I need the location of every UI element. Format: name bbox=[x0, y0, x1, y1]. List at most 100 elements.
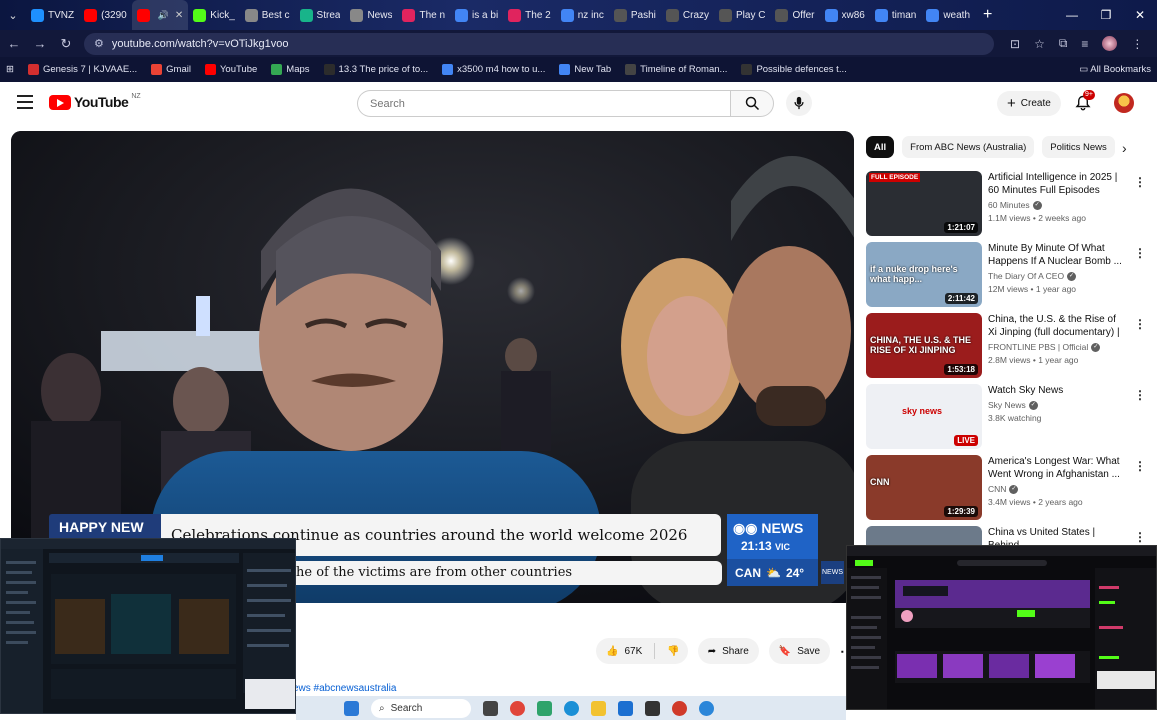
close-window-icon[interactable]: ✕ bbox=[1123, 8, 1157, 22]
all-bookmarks-link[interactable]: ▭ All Bookmarks bbox=[1079, 64, 1151, 75]
edge-icon[interactable] bbox=[564, 700, 579, 716]
thumbs-down-icon[interactable]: 👎 bbox=[667, 646, 679, 657]
bookmark-item[interactable]: x3500 m4 how to u... bbox=[442, 64, 545, 75]
video-thumbnail[interactable]: FULL EPISODE 1:21:07 bbox=[866, 171, 982, 236]
maximize-icon[interactable]: ❐ bbox=[1089, 8, 1123, 22]
chrome-icon[interactable] bbox=[510, 700, 525, 716]
search-input[interactable] bbox=[357, 90, 730, 117]
browser-tab[interactable]: Play C bbox=[714, 0, 770, 30]
browser-tab[interactable]: News bbox=[345, 0, 397, 30]
install-app-icon[interactable]: ⊡ bbox=[1010, 37, 1020, 51]
search-button[interactable] bbox=[730, 90, 774, 117]
downloads-icon[interactable]: ≡ bbox=[1081, 37, 1088, 51]
site-info-icon[interactable]: ⚙ bbox=[94, 37, 104, 50]
apps-grid-icon[interactable]: ⊞ bbox=[6, 64, 14, 75]
close-tab-icon[interactable]: ✕ bbox=[175, 10, 183, 21]
more-options-icon[interactable]: ⋮ bbox=[1134, 388, 1146, 402]
channel-name-row[interactable]: Sky News ✓ bbox=[988, 400, 1126, 410]
recommended-video[interactable]: FULL EPISODE 1:21:07 Artificial Intelligen… bbox=[866, 171, 1151, 242]
overlay-window-kick[interactable] bbox=[846, 545, 1157, 710]
address-bar[interactable]: ⚙ youtube.com/watch?v=vOTiJkg1voo bbox=[84, 32, 994, 55]
more-options-icon[interactable]: ⋮ bbox=[1134, 175, 1146, 189]
like-count[interactable]: 67K bbox=[624, 646, 642, 657]
browser-tab[interactable]: Best c bbox=[240, 0, 295, 30]
profile-avatar[interactable] bbox=[1114, 93, 1134, 113]
browser-tab[interactable]: xw86 bbox=[820, 0, 870, 30]
overlay-window-stake[interactable] bbox=[0, 538, 296, 714]
reload-icon[interactable]: ↻ bbox=[58, 36, 74, 52]
new-tab-button[interactable]: + bbox=[975, 6, 1000, 24]
browser-tab[interactable]: Kick_ bbox=[188, 0, 239, 30]
channel-name-row[interactable]: 60 Minutes ✓ bbox=[988, 200, 1126, 210]
channel-name-row[interactable]: The Diary Of A CEO ✓ bbox=[988, 271, 1126, 281]
more-options-icon[interactable]: ⋮ bbox=[1134, 317, 1146, 331]
bookmark-item[interactable]: Gmail bbox=[151, 64, 191, 75]
bookmark-item[interactable]: Possible defences t... bbox=[741, 64, 847, 75]
video-title[interactable]: Artificial Intelligence in 2025 | 60 Min… bbox=[988, 171, 1126, 197]
bookmark-item[interactable]: 13.3 The price of to... bbox=[323, 64, 428, 75]
video-title[interactable]: America's Longest War: What Went Wrong i… bbox=[988, 455, 1126, 481]
windows-start-icon[interactable] bbox=[344, 700, 359, 716]
video-title[interactable]: Watch Sky News bbox=[988, 384, 1126, 397]
browser-tab[interactable]: Strea bbox=[295, 0, 346, 30]
channel-name-row[interactable]: FRONTLINE PBS | Official ✓ bbox=[988, 342, 1126, 352]
browser-tab[interactable]: TVNZ bbox=[26, 0, 79, 30]
browser-tab[interactable]: The n bbox=[397, 0, 450, 30]
browser-tab[interactable]: Offer bbox=[770, 0, 819, 30]
recommended-video[interactable]: sky news LIVE Watch Sky News Sky News ✓ 3.8K … bbox=[866, 384, 1151, 455]
video-thumbnail[interactable]: sky news LIVE bbox=[866, 384, 982, 449]
speaker-icon[interactable]: 🔊 bbox=[158, 10, 169, 21]
video-player[interactable]: HAPPY NEW Celebrations continue as count… bbox=[11, 131, 854, 603]
recommended-video[interactable]: CNN 1:29:39 America's Longest War: What We… bbox=[866, 455, 1151, 526]
copilot-icon[interactable] bbox=[537, 700, 552, 716]
back-arrow-icon[interactable]: ← bbox=[6, 36, 22, 51]
thumbs-up-icon[interactable]: 👍 bbox=[606, 646, 618, 657]
video-title[interactable]: China, the U.S. & the Rise of Xi Jinping… bbox=[988, 313, 1126, 339]
browser-tab[interactable]: is a bi bbox=[450, 0, 503, 30]
browser-tab[interactable]: Pashi bbox=[609, 0, 661, 30]
minimize-icon[interactable]: — bbox=[1055, 8, 1089, 22]
bookmark-item[interactable]: Timeline of Roman... bbox=[625, 64, 727, 75]
video-thumbnail[interactable]: if a nuke drop here's what happ... 2:11:4… bbox=[866, 242, 982, 307]
browser-profile-avatar[interactable] bbox=[1102, 36, 1118, 51]
bookmark-item[interactable]: Genesis 7 | KJVAAE... bbox=[27, 64, 137, 75]
save-button[interactable]: 🔖 Save bbox=[768, 638, 831, 664]
browser-tab[interactable]: weath bbox=[921, 0, 975, 30]
browser-app-icon[interactable] bbox=[699, 700, 714, 716]
channel-name-row[interactable]: CNN ✓ bbox=[988, 484, 1126, 494]
forward-arrow-icon[interactable]: → bbox=[32, 36, 48, 51]
browser-tab[interactable]: The 2 bbox=[503, 0, 556, 30]
create-button[interactable]: + Create bbox=[997, 91, 1061, 116]
filter-chip[interactable]: From ABC News (Australia) bbox=[902, 136, 1035, 158]
app-icon[interactable] bbox=[672, 700, 687, 716]
more-options-icon[interactable]: ⋮ bbox=[1134, 530, 1146, 544]
bookmark-item[interactable]: YouTube bbox=[204, 64, 257, 75]
video-title[interactable]: Minute By Minute Of What Happens If A Nu… bbox=[988, 242, 1126, 268]
tab-search-chevron-icon[interactable]: ⌄ bbox=[0, 0, 26, 30]
more-options-icon[interactable]: ⋮ bbox=[1134, 459, 1146, 473]
share-button[interactable]: ➦ Share bbox=[697, 638, 759, 664]
bookmark-star-icon[interactable]: ☆ bbox=[1034, 37, 1045, 51]
recommended-video[interactable]: if a nuke drop here's what happ... 2:11:4… bbox=[866, 242, 1151, 313]
browser-tab[interactable]: (3290 bbox=[79, 0, 132, 30]
extensions-icon[interactable]: ⧉ bbox=[1059, 36, 1068, 51]
video-thumbnail[interactable]: CHINA, THE U.S. & THE RISE OF XI JINPING… bbox=[866, 313, 982, 378]
browser-tab[interactable]: timan bbox=[870, 0, 921, 30]
file-explorer-icon[interactable] bbox=[591, 700, 606, 716]
filter-chip[interactable]: All bbox=[866, 136, 895, 158]
video-thumbnail[interactable]: CNN 1:29:39 bbox=[866, 455, 982, 520]
recommended-video[interactable]: CHINA, THE U.S. & THE RISE OF XI JINPING… bbox=[866, 313, 1151, 384]
bookmark-item[interactable]: Maps bbox=[271, 64, 310, 75]
browser-tab[interactable]: 🔊 ✕ bbox=[131, 0, 189, 30]
video-hashtags[interactable]: ews #abcnewsaustralia bbox=[293, 683, 396, 694]
store-icon[interactable] bbox=[645, 700, 660, 716]
chevron-right-icon[interactable]: › bbox=[1122, 140, 1127, 156]
hamburger-menu-icon[interactable] bbox=[17, 95, 33, 109]
browser-tab[interactable]: Crazy bbox=[661, 0, 714, 30]
youtube-logo[interactable]: YouTube NZ bbox=[49, 93, 141, 110]
task-view-icon[interactable] bbox=[483, 700, 498, 716]
bookmark-item[interactable]: New Tab bbox=[559, 64, 611, 75]
filter-chip[interactable]: Politics News bbox=[1042, 136, 1115, 158]
mail-icon[interactable] bbox=[618, 700, 633, 716]
taskbar-search[interactable]: ⌕ Search bbox=[371, 698, 471, 718]
